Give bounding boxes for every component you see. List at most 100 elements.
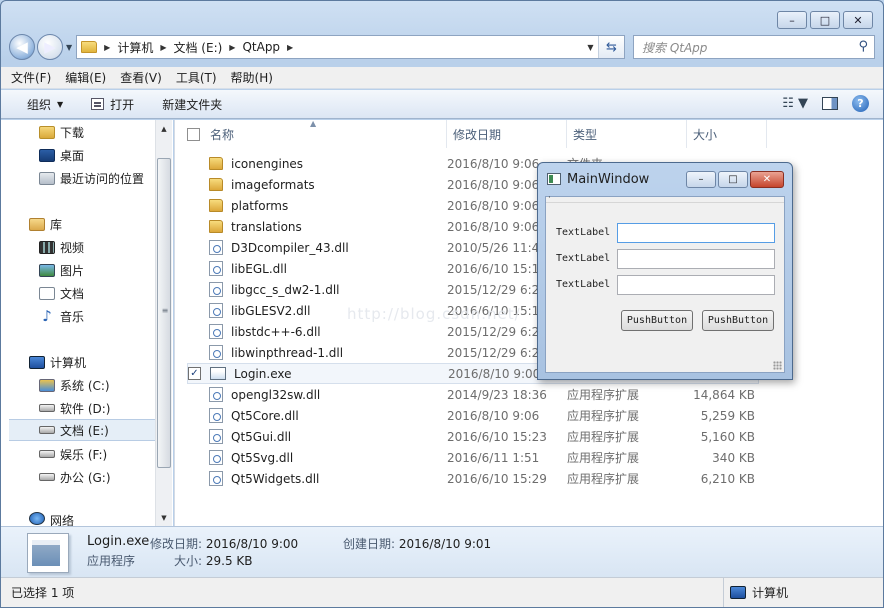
search-input[interactable]: 搜索 QtApp ⚲ — [633, 35, 875, 59]
watermark-text: http://blog.csdn.net/ — [347, 305, 521, 323]
address-bar[interactable]: ▶ 计算机 ▶ 文档 (E:) ▶ QtApp ▶ ▼ ⇆ — [76, 35, 625, 59]
column-name[interactable]: 名称 ▲ — [175, 119, 447, 148]
library-icon — [29, 217, 45, 231]
details-modified: 修改日期: 2016/8/10 9:00 — [150, 535, 298, 552]
scroll-thumb[interactable]: ≡ — [157, 158, 171, 468]
file-name: Qt5Gui.dll — [231, 429, 292, 444]
search-icon[interactable]: ⚲ — [858, 39, 868, 54]
navigation-row: ◀ ▶ ▼ ▶ 计算机 ▶ 文档 (E:) ▶ QtApp ▶ ▼ ⇆ 搜索 Q… — [9, 33, 875, 61]
chevron-down-icon: ▼ — [57, 99, 64, 109]
close-button[interactable]: ✕ — [843, 11, 873, 29]
menu-help[interactable]: 帮助(H) — [231, 69, 273, 86]
qt-push-button-2[interactable]: PushButton — [702, 310, 774, 331]
scroll-down-icon[interactable]: ▼ — [156, 509, 172, 526]
status-location-label: 计算机 — [752, 586, 789, 600]
file-name-cell: platforms — [209, 199, 447, 213]
row-checkbox[interactable]: ✓ — [188, 367, 201, 380]
created-label: 创建日期: — [343, 537, 396, 551]
recent-pages-dropdown[interactable]: ▼ — [66, 43, 72, 52]
qt-minimize-button[interactable]: – — [686, 171, 716, 188]
file-row[interactable]: Qt5Svg.dll 2016/6/11 1:51 应用程序扩展 340 KB — [187, 447, 759, 468]
nav-item-label: 下载 — [60, 125, 85, 140]
qt-menu-separator — [546, 202, 784, 203]
qt-line-edit-3[interactable] — [617, 275, 775, 295]
qt-window-title: MainWindow — [567, 172, 650, 187]
folder-icon — [209, 199, 223, 212]
help-icon[interactable]: ? — [852, 95, 869, 112]
nav-item-drive-e[interactable]: 文档 (E:) — [9, 419, 163, 441]
address-dropdown-button[interactable]: ▼ — [582, 36, 598, 58]
column-date[interactable]: 修改日期 — [447, 120, 567, 148]
file-row[interactable]: Qt5Core.dll 2016/8/10 9:06 应用程序扩展 5,259 KB — [187, 405, 759, 426]
folder-icon — [209, 178, 223, 191]
dll-file-icon — [209, 240, 223, 255]
nav-scrollbar[interactable]: ▲ ≡ ▼ — [155, 120, 172, 526]
view-controls: ☷ ▼ ? — [782, 95, 869, 112]
music-icon: ♪ — [42, 306, 52, 325]
file-type: 应用程序扩展 — [567, 409, 640, 423]
created-value: 2016/8/10 9:01 — [398, 537, 492, 551]
search-placeholder: 搜索 QtApp — [642, 40, 708, 55]
chevron-right-icon[interactable]: ▶ — [287, 43, 293, 52]
qt-push-button-1[interactable]: PushButton — [621, 310, 693, 331]
nav-item-label: 库 — [50, 217, 63, 232]
minimize-button[interactable]: – — [777, 11, 807, 29]
organize-button[interactable]: 组织 ▼ — [27, 96, 63, 113]
column-type-label: 类型 — [573, 127, 598, 142]
preview-pane-icon[interactable] — [822, 97, 838, 110]
qt-caption-buttons: – □ ✕ — [686, 171, 784, 188]
breadcrumb-qtapp[interactable]: QtApp — [242, 40, 280, 54]
system-drive-icon — [39, 378, 55, 392]
menu-file[interactable]: 文件(F) — [11, 69, 51, 86]
nav-item-label: 音乐 — [60, 309, 85, 324]
file-name-cell: opengl32sw.dll — [209, 387, 447, 402]
back-button[interactable]: ◀ — [9, 34, 35, 60]
file-date: 2016/6/11 1:51 — [447, 450, 540, 465]
column-size[interactable]: 大小 — [687, 120, 767, 148]
refresh-icon[interactable]: ⇆ — [598, 36, 624, 58]
nav-item-label: 文档 — [60, 286, 85, 301]
file-name-cell: translations — [209, 220, 447, 234]
resize-grip[interactable] — [773, 361, 782, 370]
breadcrumb-computer[interactable]: 计算机 — [117, 39, 153, 56]
menu-bar: 文件(F) 编辑(E) 查看(V) 工具(T) 帮助(H) — [1, 67, 883, 89]
file-size: 340 KB — [712, 450, 755, 465]
folder-icon — [209, 157, 223, 170]
open-button[interactable]: 打开 — [91, 96, 134, 113]
qt-close-button[interactable]: ✕ — [750, 171, 784, 188]
file-name: platforms — [231, 198, 289, 213]
menu-edit[interactable]: 编辑(E) — [65, 69, 106, 86]
qt-line-edit-2[interactable] — [617, 249, 775, 269]
scroll-up-icon[interactable]: ▲ — [156, 120, 172, 137]
column-type[interactable]: 类型 — [567, 120, 687, 148]
qt-maximize-button[interactable]: □ — [718, 171, 748, 188]
qt-text-label-2: TextLabel — [556, 253, 611, 264]
qt-main-window[interactable]: MainWindow – □ ✕ · TextLabel TextLabel T… — [537, 162, 793, 380]
qt-client-area: · TextLabel TextLabel TextLabel PushButt… — [545, 193, 785, 373]
select-all-checkbox[interactable] — [187, 127, 200, 141]
chevron-right-icon[interactable]: ▶ — [160, 43, 166, 52]
dll-file-icon — [209, 408, 223, 423]
drive-icon — [39, 473, 55, 481]
forward-button[interactable]: ▶ — [37, 34, 63, 60]
change-view-icon[interactable]: ☷ ▼ — [782, 96, 808, 111]
file-name-cell: libstdc++-6.dll — [209, 324, 447, 339]
chevron-right-icon[interactable]: ▶ — [104, 43, 110, 52]
file-row[interactable]: Qt5Gui.dll 2016/6/10 15:23 应用程序扩展 5,160 KB — [187, 426, 759, 447]
file-row[interactable]: Qt5Widgets.dll 2016/6/10 15:29 应用程序扩展 6,210… — [187, 468, 759, 489]
file-row[interactable]: opengl32sw.dll 2014/9/23 18:36 应用程序扩展 14,86… — [187, 384, 759, 405]
breadcrumb-drive-e[interactable]: 文档 (E:) — [173, 39, 222, 56]
maximize-button[interactable]: □ — [810, 11, 840, 29]
qt-line-edit-1[interactable] — [617, 223, 775, 243]
file-name-cell: iconengines — [209, 157, 447, 171]
status-location: 计算机 — [723, 578, 883, 607]
chevron-right-icon[interactable]: ▶ — [229, 43, 235, 52]
file-name: libstdc++-6.dll — [231, 324, 321, 339]
menu-view[interactable]: 查看(V) — [120, 69, 162, 86]
qt-text-label-3: TextLabel — [556, 279, 611, 290]
dll-file-icon — [209, 387, 223, 402]
recent-places-icon — [39, 171, 55, 185]
file-name: Qt5Svg.dll — [231, 450, 294, 465]
new-folder-button[interactable]: 新建文件夹 — [162, 96, 222, 113]
menu-tools[interactable]: 工具(T) — [176, 69, 217, 86]
